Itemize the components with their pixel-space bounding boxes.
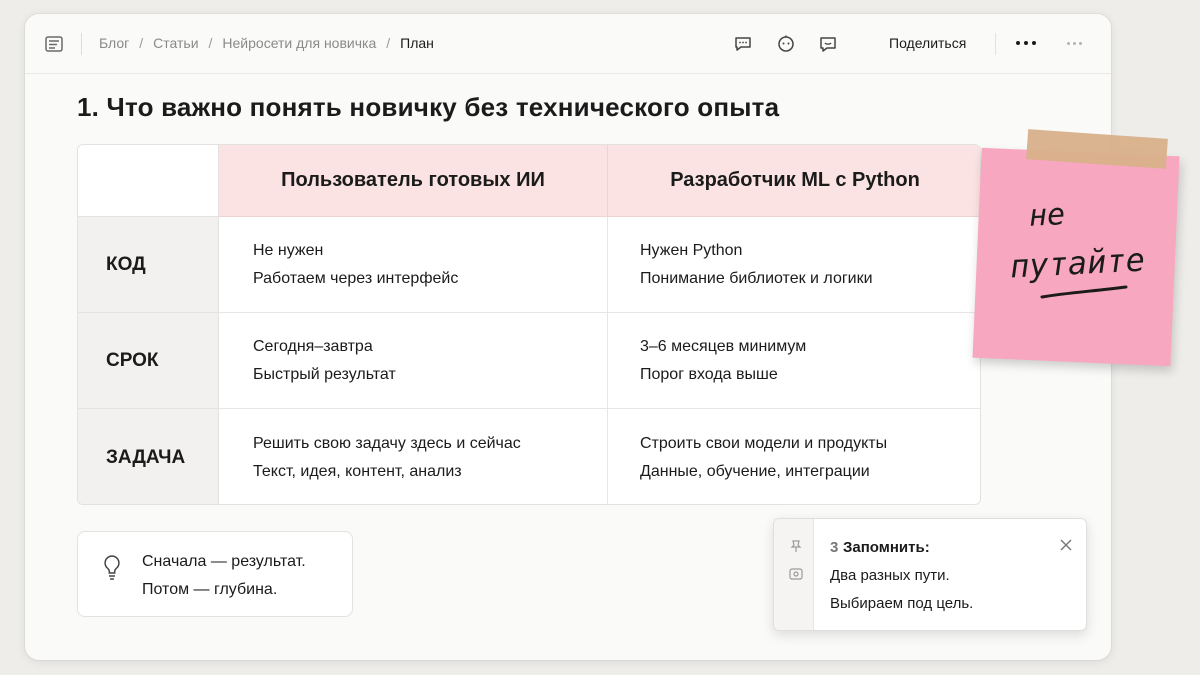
tip-line: Сначала — результат. — [142, 553, 306, 570]
toast-line: Выбираем под цель. — [830, 595, 974, 612]
tip-line: Потом — глубина. — [142, 581, 278, 598]
cell-line: Сегодня–завтра — [253, 337, 373, 355]
sticky-note-line: путайте — [1009, 240, 1146, 286]
cell-line: 3–6 месяцев минимум — [640, 337, 807, 355]
toast-title: Запомнить: — [843, 539, 930, 556]
cell-line: Понимание библиотек и логики — [640, 269, 873, 287]
toast-sidebar — [774, 519, 814, 630]
toast-line: Два разных пути. — [830, 567, 950, 584]
cell-line: Работаем через интерфейс — [253, 269, 459, 287]
table-corner-cell — [78, 145, 219, 217]
overflow-icon[interactable] — [1067, 42, 1082, 45]
reminder-toast: 3 Запомнить: Два разных пути. Выбираем п… — [773, 518, 1087, 631]
cell-line: Быстрый результат — [253, 365, 396, 383]
note-icon[interactable] — [788, 567, 804, 581]
more-options-icon[interactable] — [1016, 41, 1036, 45]
breadcrumb-articles[interactable]: Статьи — [153, 35, 198, 51]
table-cell: Решить свою задачу здесь и сейчас Текст,… — [219, 409, 608, 504]
breadcrumb-separator: / — [208, 35, 213, 51]
column-header-ai-user: Пользователь готовых ИИ — [219, 145, 608, 217]
divider — [81, 33, 82, 55]
top-bar: Блог / Статьи / Нейросети для новичка / … — [25, 14, 1111, 74]
feedback-icon[interactable] — [818, 34, 838, 54]
page-title: 1. Что важно понять новичку без техничес… — [77, 92, 780, 122]
comment-icon[interactable] — [733, 34, 753, 54]
close-icon[interactable] — [1058, 537, 1074, 553]
breadcrumb-separator: / — [386, 35, 391, 51]
row-header-task: ЗАДАЧА — [78, 409, 219, 504]
assistant-icon[interactable] — [776, 34, 796, 54]
breadcrumb-neural-nets[interactable]: Нейросети для новичка — [222, 35, 376, 51]
cell-line: Текст, идея, контент, анализ — [253, 462, 462, 480]
tip-card: Сначала — результат. Потом — глубина. — [77, 531, 353, 617]
table-cell: 3–6 месяцев минимум Порог входа выше — [608, 313, 980, 409]
document-menu-icon[interactable] — [45, 36, 63, 52]
table-cell: Нужен Python Понимание библиотек и логик… — [608, 217, 980, 313]
table-cell: Сегодня–завтра Быстрый результат — [219, 313, 608, 409]
cell-line: Порог входа выше — [640, 365, 778, 383]
cell-line: Нужен Python — [640, 241, 743, 259]
breadcrumb-blog[interactable]: Блог — [99, 35, 129, 51]
share-button[interactable]: Поделиться — [889, 35, 966, 51]
cell-line: Строить свои модели и продукты — [640, 434, 888, 452]
cell-line: Не нужен — [253, 241, 324, 259]
lightbulb-icon — [104, 555, 120, 580]
sticky-note-line: не — [1028, 197, 1067, 234]
table-cell: Строить свои модели и продукты Данные, о… — [608, 409, 980, 504]
app-window: Блог / Статьи / Нейросети для новичка / … — [25, 14, 1111, 660]
breadcrumb-current: План — [400, 35, 434, 51]
handwritten-underline — [1040, 285, 1128, 299]
breadcrumb-separator: / — [139, 35, 144, 51]
row-header-term: СРОК — [78, 313, 219, 409]
cell-line: Решить свою задачу здесь и сейчас — [253, 434, 521, 452]
row-header-code: КОД — [78, 217, 219, 313]
column-header-ml-developer: Разработчик ML с Python — [608, 145, 980, 217]
toast-count: 3 — [830, 539, 839, 556]
comparison-table: Пользователь готовых ИИ Разработчик ML с… — [77, 144, 981, 505]
pin-icon[interactable] — [788, 539, 804, 553]
breadcrumb: Блог / Статьи / Нейросети для новичка / … — [99, 35, 434, 51]
divider — [995, 33, 996, 55]
cell-line: Данные, обучение, интеграции — [640, 462, 870, 480]
table-cell: Не нужен Работаем через интерфейс — [219, 217, 608, 313]
